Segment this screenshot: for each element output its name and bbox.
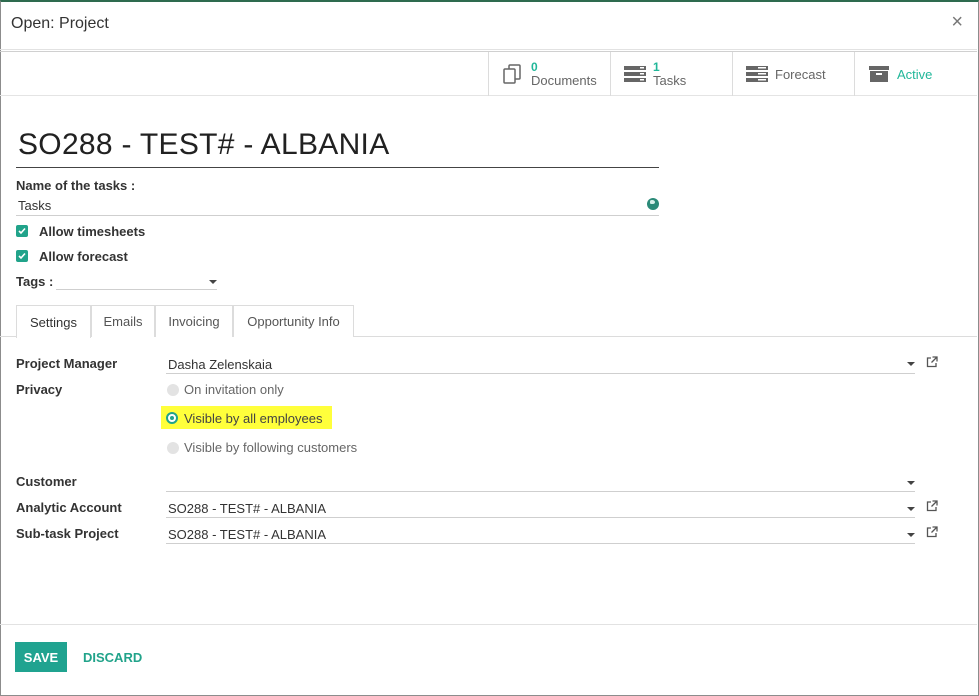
tags-underline [56,289,217,290]
tab-invoicing-label: Invoicing [168,314,220,329]
active-label: Active [897,66,933,82]
forecast-label: Forecast [775,66,826,82]
analytic-account-underline [166,517,915,518]
tab-settings-label: Settings [30,314,77,330]
privacy-radio-invitation[interactable] [167,384,179,396]
documents-button[interactable]: 0 Documents [488,52,610,96]
subtask-project-input[interactable]: SO288 - TEST# - ALBANIA [168,527,326,542]
forecast-button[interactable]: Forecast [732,52,854,96]
project-manager-label: Project Manager [16,356,118,371]
tasks-button[interactable]: 1 Tasks [610,52,732,96]
allow-timesheets-checkbox[interactable] [16,225,28,237]
tab-emails-label: Emails [103,314,143,329]
project-manager-underline [166,373,915,374]
project-manager-input[interactable]: Dasha Zelenskaia [168,357,272,372]
subtask-project-external-link-icon[interactable] [926,526,938,538]
privacy-label: Privacy [16,382,63,397]
documents-label: Documents [531,73,597,88]
project-manager-external-link-icon[interactable] [926,356,938,368]
modal-header: Open: Project × [0,0,977,50]
save-button[interactable]: SAVE [15,642,67,672]
tags-label: Tags : [16,274,54,289]
subtask-project-dropdown-icon[interactable] [907,533,915,537]
title-underline [16,167,659,168]
tab-opportunity-info-label: Opportunity Info [247,314,340,329]
analytic-account-dropdown-icon[interactable] [907,507,915,511]
customer-input[interactable] [168,475,898,489]
documents-icon [499,64,527,84]
record-title[interactable]: SO288 - TEST# - ALBANIA [18,128,390,162]
customer-dropdown-icon[interactable] [907,481,915,485]
privacy-radio-employees[interactable] [166,412,178,424]
analytic-account-input[interactable]: SO288 - TEST# - ALBANIA [168,501,326,516]
forecast-icon [743,65,771,83]
allow-forecast-checkbox[interactable] [16,250,28,262]
tags-dropdown-icon[interactable] [209,280,217,284]
tab-invoicing[interactable]: Invoicing [155,305,233,337]
modal-frame [0,0,979,696]
tab-emails[interactable]: Emails [91,305,155,337]
archive-icon [865,65,893,83]
footer-divider [0,624,977,625]
allow-timesheets-label: Allow timesheets [39,224,146,239]
tags-input[interactable] [58,274,208,288]
allow-forecast-label: Allow forecast [39,249,128,264]
button-box: 0 Documents 1 Tasks Forecast Active [0,51,977,96]
privacy-option-employees: Visible by all employees [184,411,323,426]
analytic-account-label: Analytic Account [16,500,122,515]
tasks-label: Tasks [653,73,687,88]
analytic-account-external-link-icon[interactable] [926,500,938,512]
modal-title: Open: Project [11,15,109,32]
tab-settings[interactable]: Settings [16,305,91,338]
close-icon[interactable]: × [951,12,963,32]
customer-label: Customer [16,474,77,489]
active-toggle-button[interactable]: Active [854,52,977,96]
tasks-icon [621,65,649,83]
privacy-option-customers: Visible by following customers [184,440,358,455]
task-name-label: Name of the tasks : [16,178,136,193]
privacy-option-invitation: On invitation only [184,382,284,397]
project-manager-dropdown-icon[interactable] [907,362,915,366]
task-name-underline [16,215,659,216]
subtask-project-label: Sub-task Project [16,526,119,541]
discard-button[interactable]: DISCARD [83,650,142,665]
globe-translate-icon[interactable] [647,198,659,210]
customer-underline [166,491,915,492]
subtask-project-underline [166,543,915,544]
privacy-radio-customers[interactable] [167,442,179,454]
tab-opportunity-info[interactable]: Opportunity Info [233,305,354,337]
task-name-input[interactable]: Tasks [18,198,51,213]
